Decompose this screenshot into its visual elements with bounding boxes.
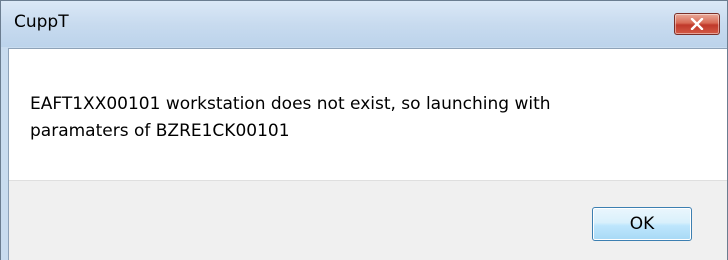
window-title: CuppT xyxy=(14,12,69,32)
close-button[interactable] xyxy=(674,13,720,35)
ok-button[interactable]: OK xyxy=(592,207,692,241)
message-text: EAFT1XX00101 workstation does not exist,… xyxy=(30,91,690,145)
message-line-2: paramaters of BZRE1CK00101 xyxy=(30,121,290,141)
title-bar[interactable]: CuppT xyxy=(1,1,727,47)
message-line-1: EAFT1XX00101 workstation does not exist,… xyxy=(30,94,551,114)
dialog-content: EAFT1XX00101 workstation does not exist,… xyxy=(8,48,727,260)
dialog-window: CuppT EAFT1XX00101 workstation does not … xyxy=(0,0,728,260)
button-bar: OK xyxy=(9,180,727,260)
close-icon xyxy=(690,18,704,30)
